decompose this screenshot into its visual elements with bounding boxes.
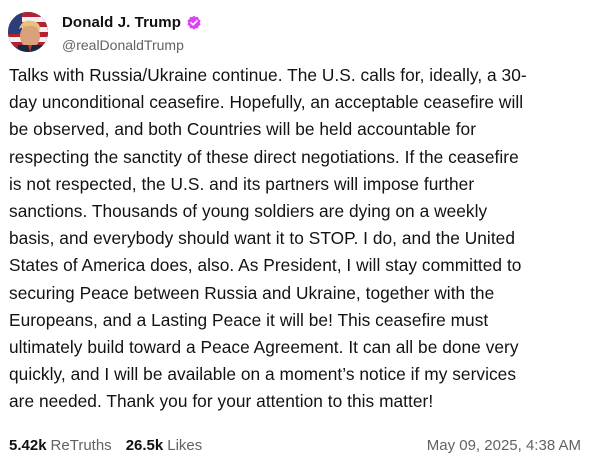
author-handle[interactable]: @realDonaldTrump <box>62 37 202 53</box>
post-header: Donald J. Trump @realDonaldTrump <box>8 8 202 56</box>
likes-stat[interactable]: 26.5k Likes <box>126 437 203 454</box>
avatar-image <box>8 12 48 52</box>
retruths-label: ReTruths <box>50 436 112 454</box>
post-body-text: Talks with Russia/Ukraine continue. The … <box>9 65 527 412</box>
retruths-stat[interactable]: 5.42k ReTruths <box>9 437 112 454</box>
post-stats: 5.42k ReTruths 26.5k Likes <box>9 437 216 454</box>
author-info: Donald J. Trump @realDonaldTrump <box>62 12 202 53</box>
post-card: Donald J. Trump @realDonaldTrump Talks w… <box>0 0 590 467</box>
likes-count: 26.5k <box>125 436 164 454</box>
post-footer: 5.42k ReTruths 26.5k Likes May 09, 2025,… <box>9 433 581 457</box>
likes-label: Likes <box>167 436 203 454</box>
author-display-name[interactable]: Donald J. Trump <box>62 14 181 31</box>
author-name-row: Donald J. Trump <box>62 12 202 34</box>
post-timestamp[interactable]: May 09, 2025, 4:38 AM <box>427 437 581 454</box>
retruths-count: 5.42k <box>9 436 47 454</box>
avatar[interactable] <box>8 12 48 52</box>
verified-badge-icon <box>186 15 202 31</box>
